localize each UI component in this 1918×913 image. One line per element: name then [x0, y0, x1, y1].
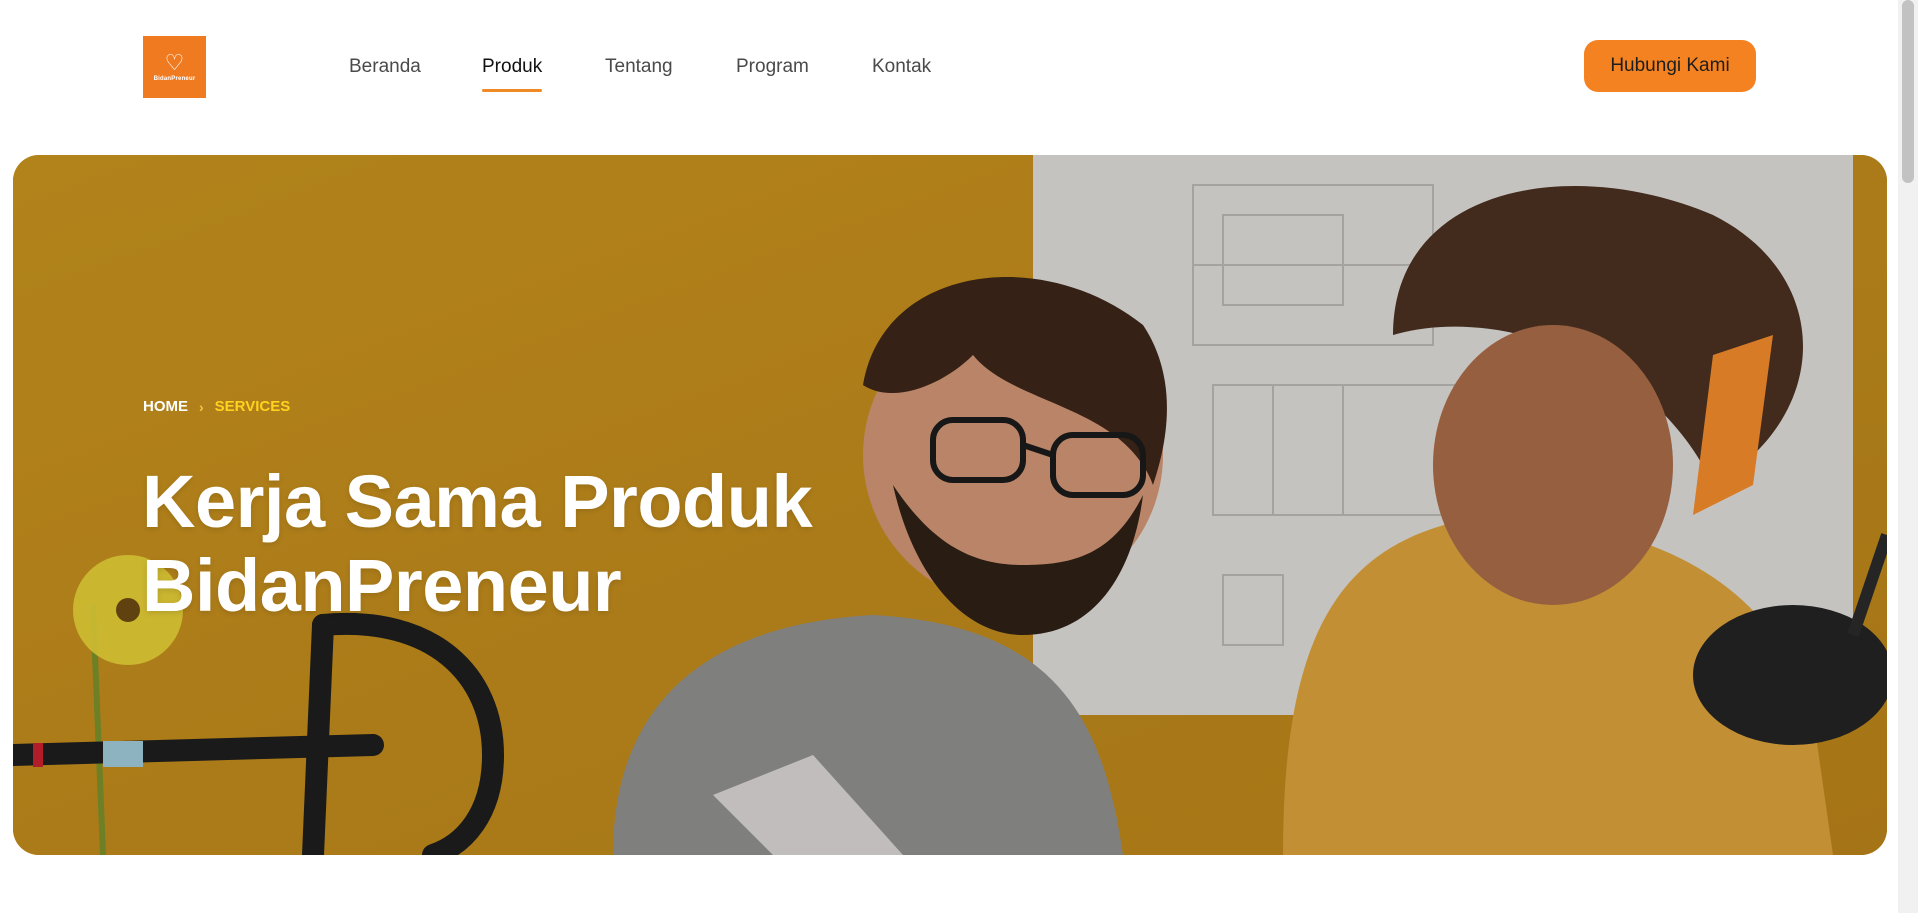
logo-text: BidanPreneur: [153, 76, 196, 82]
scrollbar-thumb[interactable]: [1902, 0, 1914, 183]
hero-banner: HOME › SERVICES Kerja Sama Produk BidanP…: [13, 155, 1887, 855]
contact-us-button[interactable]: Hubungi Kami: [1584, 40, 1756, 92]
active-nav-indicator: [482, 89, 543, 92]
chevron-right-icon: ›: [199, 398, 204, 415]
brand-logo[interactable]: ♡ BidanPreneur: [143, 36, 206, 98]
breadcrumb: HOME › SERVICES: [143, 398, 290, 415]
nav-item-kontak[interactable]: Kontak: [872, 56, 931, 78]
page-title: Kerja Sama Produk BidanPreneur: [142, 460, 962, 628]
nav-item-program[interactable]: Program: [736, 56, 809, 78]
nav-item-label: Produk: [482, 56, 543, 77]
breadcrumb-current: SERVICES: [214, 398, 291, 415]
breadcrumb-home-link[interactable]: HOME: [143, 398, 188, 415]
page-title-line-1: Kerja Sama Produk: [142, 460, 813, 543]
page-title-line-2: BidanPreneur: [142, 544, 622, 627]
nav-item-tentang[interactable]: Tentang: [605, 56, 673, 78]
heart-hand-icon: ♡: [164, 50, 185, 75]
nav-item-produk[interactable]: Produk: [482, 56, 543, 92]
nav-item-beranda[interactable]: Beranda: [349, 56, 421, 78]
